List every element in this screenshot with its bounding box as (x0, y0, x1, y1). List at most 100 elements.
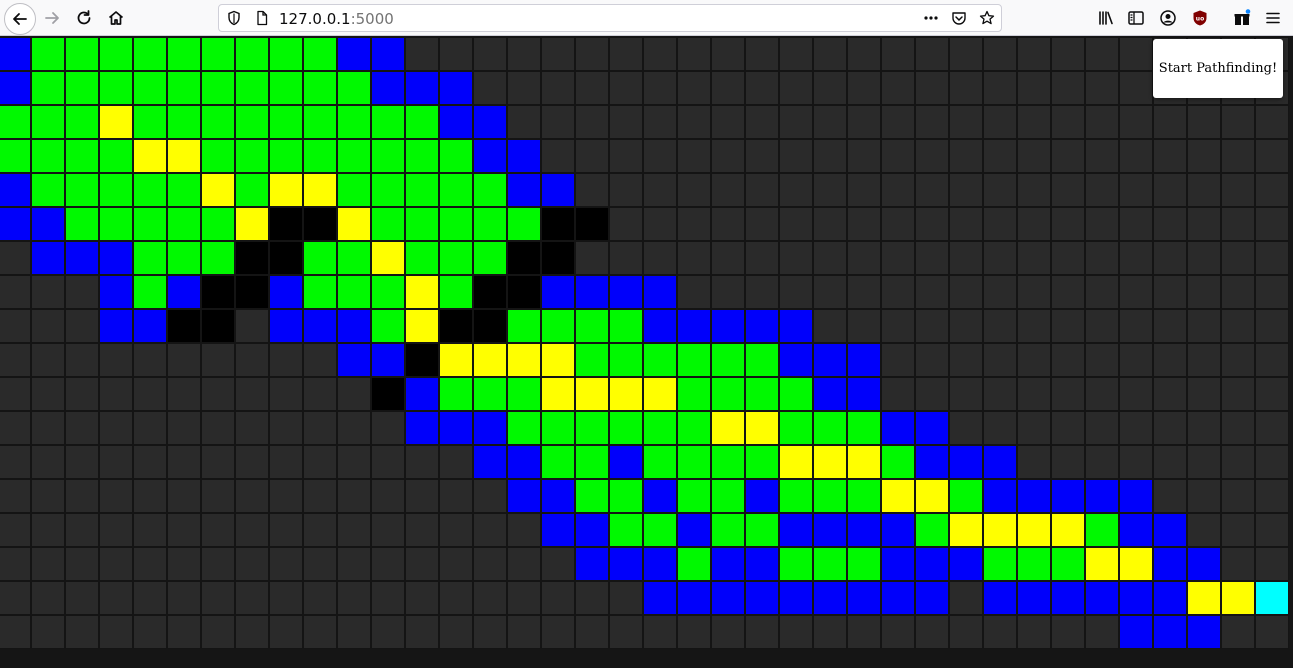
grid-cell-path[interactable] (1051, 513, 1085, 547)
grid-cell-path[interactable] (575, 377, 609, 411)
grid-cell-empty[interactable] (65, 581, 99, 615)
grid-cell-empty[interactable] (1017, 105, 1051, 139)
grid-cell-visited[interactable] (677, 547, 711, 581)
grid-cell-wall[interactable] (167, 309, 201, 343)
grid-cell-empty[interactable] (847, 275, 881, 309)
grid-cell-empty[interactable] (881, 275, 915, 309)
grid-cell-empty[interactable] (439, 547, 473, 581)
extensions-button[interactable] (1228, 4, 1256, 32)
grid-cell-empty[interactable] (439, 37, 473, 71)
grid-cell-empty[interactable] (1187, 479, 1221, 513)
grid-cell-empty[interactable] (915, 241, 949, 275)
grid-cell-frontier[interactable] (473, 139, 507, 173)
grid-cell-visited[interactable] (371, 105, 405, 139)
grid-cell-frontier[interactable] (1153, 513, 1187, 547)
grid-cell-visited[interactable] (405, 207, 439, 241)
grid-cell-path[interactable] (1187, 581, 1221, 615)
grid-cell-visited[interactable] (405, 241, 439, 275)
grid-cell-empty[interactable] (1255, 411, 1289, 445)
grid-cell-visited[interactable] (609, 513, 643, 547)
grid-cell-empty[interactable] (303, 615, 337, 649)
grid-cell-wall[interactable] (541, 241, 575, 275)
grid-cell-visited[interactable] (439, 275, 473, 309)
grid-cell-empty[interactable] (1051, 411, 1085, 445)
grid-cell-empty[interactable] (0, 479, 31, 513)
grid-cell-visited[interactable] (99, 37, 133, 71)
grid-cell-path[interactable] (235, 207, 269, 241)
grid-cell-visited[interactable] (813, 479, 847, 513)
grid-cell-empty[interactable] (405, 547, 439, 581)
grid-cell-empty[interactable] (1119, 207, 1153, 241)
start-pathfinding-button[interactable]: Start Pathfinding! (1153, 39, 1283, 98)
grid-cell-visited[interactable] (0, 105, 31, 139)
grid-cell-frontier[interactable] (99, 241, 133, 275)
grid-cell-frontier[interactable] (609, 275, 643, 309)
grid-cell-frontier[interactable] (65, 241, 99, 275)
grid-cell-empty[interactable] (1085, 173, 1119, 207)
grid-cell-empty[interactable] (201, 615, 235, 649)
grid-cell-frontier[interactable] (1085, 581, 1119, 615)
grid-cell-empty[interactable] (1119, 139, 1153, 173)
grid-cell-empty[interactable] (643, 207, 677, 241)
sidebar-button[interactable] (1122, 4, 1150, 32)
grid-cell-empty[interactable] (303, 479, 337, 513)
grid-cell-empty[interactable] (575, 581, 609, 615)
grid-cell-empty[interactable] (643, 139, 677, 173)
grid-cell-visited[interactable] (167, 105, 201, 139)
grid-cell-path[interactable] (541, 343, 575, 377)
grid-cell-empty[interactable] (1221, 173, 1255, 207)
grid-cell-empty[interactable] (235, 445, 269, 479)
grid-cell-empty[interactable] (1051, 309, 1085, 343)
grid-cell-visited[interactable] (847, 411, 881, 445)
grid-cell-visited[interactable] (371, 309, 405, 343)
grid-cell-empty[interactable] (1153, 343, 1187, 377)
grid-cell-empty[interactable] (1255, 309, 1289, 343)
grid-cell-frontier[interactable] (847, 581, 881, 615)
grid-cell-empty[interactable] (1017, 309, 1051, 343)
grid-cell-frontier[interactable] (575, 275, 609, 309)
grid-cell-empty[interactable] (881, 207, 915, 241)
grid-cell-empty[interactable] (949, 241, 983, 275)
grid-cell-visited[interactable] (473, 207, 507, 241)
grid-cell-empty[interactable] (405, 445, 439, 479)
grid-cell-empty[interactable] (949, 173, 983, 207)
grid-cell-empty[interactable] (1051, 105, 1085, 139)
grid-cell-frontier[interactable] (133, 309, 167, 343)
grid-cell-frontier[interactable] (507, 445, 541, 479)
grid-cell-empty[interactable] (915, 71, 949, 105)
grid-cell-empty[interactable] (1051, 445, 1085, 479)
grid-cell-wall[interactable] (507, 275, 541, 309)
grid-cell-empty[interactable] (31, 309, 65, 343)
grid-cell-empty[interactable] (779, 241, 813, 275)
grid-cell-empty[interactable] (1085, 207, 1119, 241)
grid-cell-empty[interactable] (1051, 615, 1085, 649)
grid-cell-empty[interactable] (983, 377, 1017, 411)
grid-cell-empty[interactable] (643, 173, 677, 207)
grid-cell-frontier[interactable] (745, 547, 779, 581)
grid-cell-empty[interactable] (711, 173, 745, 207)
grid-cell-empty[interactable] (0, 547, 31, 581)
grid-cell-empty[interactable] (303, 411, 337, 445)
grid-cell-empty[interactable] (1119, 309, 1153, 343)
grid-cell-path[interactable] (915, 479, 949, 513)
grid-cell-empty[interactable] (813, 139, 847, 173)
grid-cell-empty[interactable] (337, 547, 371, 581)
grid-cell-path[interactable] (99, 105, 133, 139)
grid-cell-empty[interactable] (1085, 411, 1119, 445)
grid-cell-visited[interactable] (303, 139, 337, 173)
grid-cell-empty[interactable] (609, 207, 643, 241)
grid-cell-empty[interactable] (1119, 275, 1153, 309)
grid-cell-empty[interactable] (881, 377, 915, 411)
grid-cell-visited[interactable] (303, 241, 337, 275)
grid-cell-empty[interactable] (779, 173, 813, 207)
grid-cell-frontier[interactable] (915, 411, 949, 445)
grid-cell-frontier[interactable] (881, 581, 915, 615)
grid-cell-frontier[interactable] (541, 513, 575, 547)
grid-cell-frontier[interactable] (1153, 547, 1187, 581)
grid-cell-visited[interactable] (711, 479, 745, 513)
grid-cell-empty[interactable] (915, 105, 949, 139)
grid-cell-empty[interactable] (65, 411, 99, 445)
grid-cell-empty[interactable] (1221, 275, 1255, 309)
grid-cell-wall[interactable] (235, 275, 269, 309)
grid-cell-frontier[interactable] (1051, 479, 1085, 513)
